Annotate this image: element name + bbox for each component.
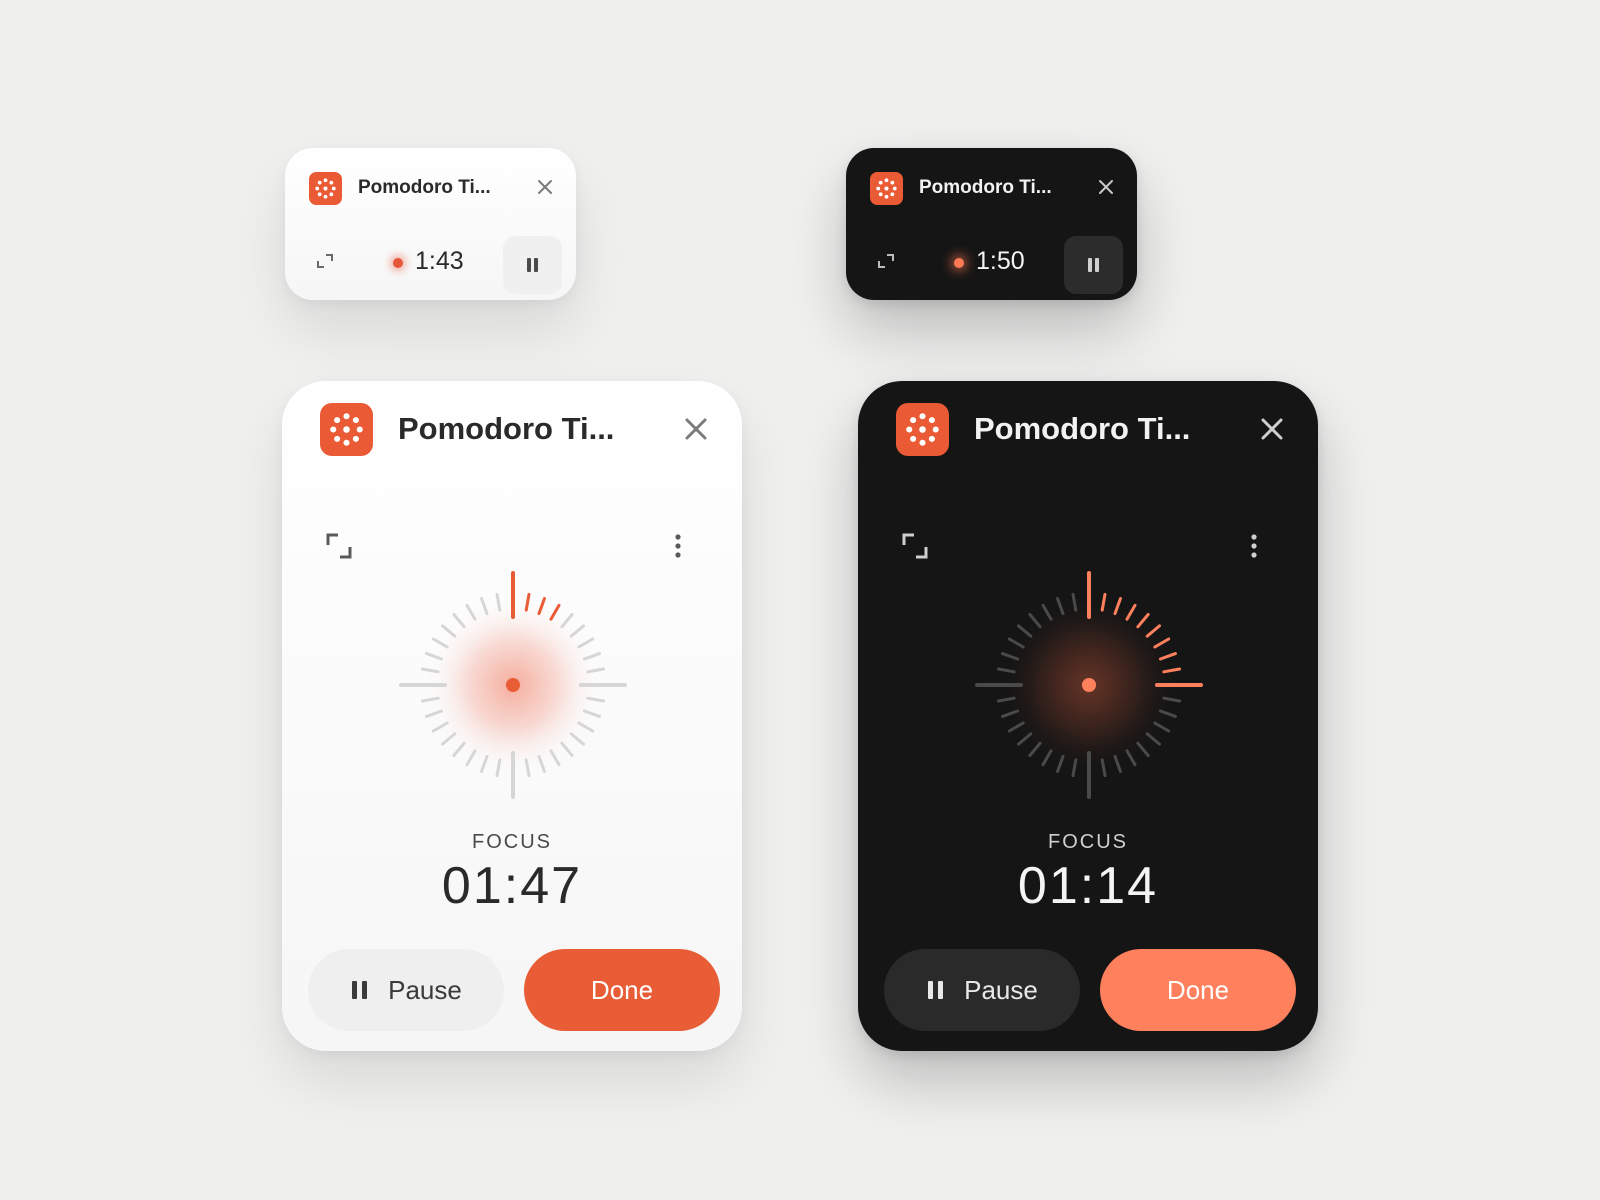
widget-title: Pomodoro Ti... [974,411,1191,446]
more-options-button[interactable] [1244,531,1264,561]
close-icon [1261,418,1283,440]
close-icon [1099,180,1113,194]
pause-button[interactable] [503,236,562,294]
timer-display: 01:47 [441,857,583,915]
mini-widget-light: Pomodoro Ti... 1:43 [285,148,576,300]
close-icon [538,180,552,194]
pause-button[interactable]: Pause [884,949,1080,1031]
close-button[interactable] [678,411,714,447]
done-button[interactable]: Done [524,949,720,1031]
widget-light: Pomodoro Ti... FOCUS 01:47 Pause Done [282,381,742,1051]
done-button-label: Done [590,974,654,1005]
pause-button-label: Pause [964,974,1038,1005]
pomodoro-app-icon [870,172,903,205]
close-button[interactable] [530,172,560,202]
expand-button[interactable] [876,251,896,271]
pause-icon [350,979,370,1001]
widget-title: Pomodoro Ti... [398,411,615,446]
pause-button[interactable]: Pause [308,949,504,1031]
pause-button[interactable] [1064,236,1123,294]
recording-dot-icon [393,258,403,268]
pause-icon [926,979,946,1001]
widget-dark: Pomodoro Ti... FOCUS 01:14 Pause Done [858,381,1318,1051]
more-vertical-icon [1251,534,1257,558]
pomodoro-app-icon [309,172,342,205]
dial-center-dot [506,678,520,692]
timer-display: 01:14 [1017,857,1159,915]
widget-title: Pomodoro Ti... [919,177,1052,198]
expand-icon [317,254,333,268]
pomodoro-app-icon [896,403,949,456]
fullscreen-button[interactable] [324,531,354,561]
fullscreen-button[interactable] [900,531,930,561]
close-button[interactable] [1091,172,1121,202]
pomodoro-app-icon [320,403,373,456]
expand-icon [878,254,894,268]
pause-icon [1088,258,1099,272]
done-button-label: Done [1166,974,1230,1005]
expand-icon [902,533,928,559]
mini-time: 1:50 [976,247,1025,275]
expand-icon [326,533,352,559]
mode-label: FOCUS [1048,831,1128,853]
pause-icon [527,258,538,272]
recording-dot-icon [954,258,964,268]
expand-button[interactable] [315,251,335,271]
more-options-button[interactable] [668,531,688,561]
more-vertical-icon [675,534,681,558]
timer-dial [975,571,1203,799]
mini-time: 1:43 [415,247,464,275]
widget-title: Pomodoro Ti... [358,177,491,198]
dial-center-dot [1082,678,1096,692]
close-button[interactable] [1254,411,1290,447]
close-icon [685,418,707,440]
pause-button-label: Pause [388,974,462,1005]
mini-widget-dark: Pomodoro Ti... 1:50 [846,148,1137,300]
mode-label: FOCUS [472,831,552,853]
timer-dial [399,571,627,799]
done-button[interactable]: Done [1100,949,1296,1031]
